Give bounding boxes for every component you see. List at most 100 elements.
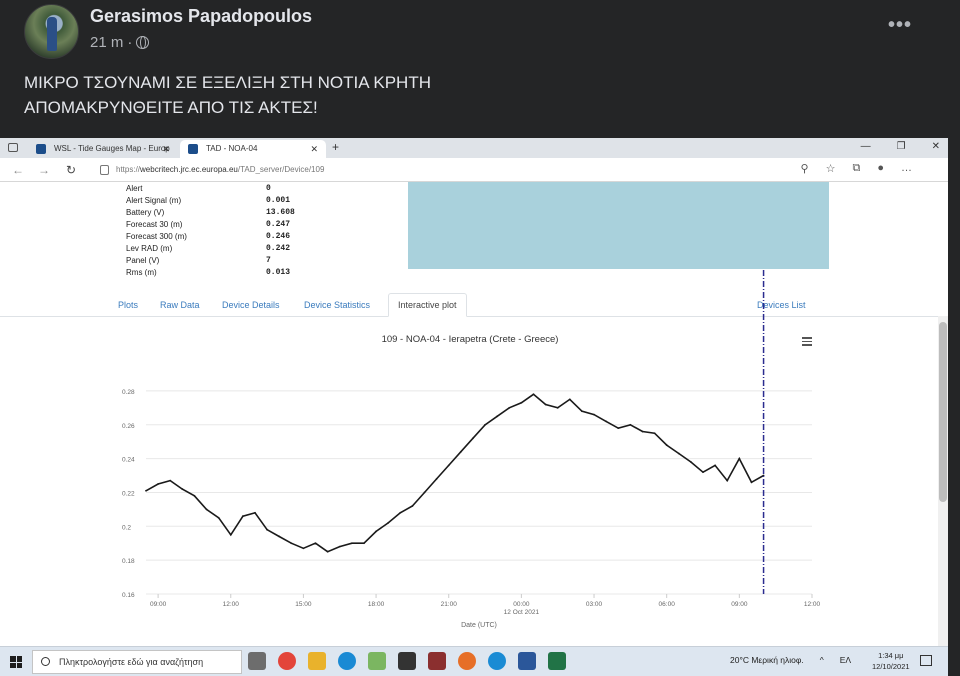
page-scrollbar[interactable] [938,316,948,646]
globe-icon [136,36,150,49]
data-point [229,533,232,536]
windows-taskbar: Πληκτρολογήστε εδώ για αναζήτηση 20°C Με… [0,646,948,676]
data-point [653,432,656,435]
data-point [714,464,717,467]
post-meta: 21 m · [90,34,150,51]
data-point [750,481,753,484]
data-point [193,494,196,497]
weather-widget[interactable]: 20°C Μερική ηλιοφ. [730,655,804,665]
data-point [677,452,680,455]
scrollbar-thumb[interactable] [939,322,947,502]
more-options-button[interactable]: ••• [888,14,912,37]
post-time[interactable]: 21 m [90,34,123,51]
series-line [145,393,764,553]
y-tick-label: 0.26 [122,423,135,430]
data-point [435,478,438,480]
data-point [266,528,268,531]
x-tick-label: 00:00 [513,601,530,608]
taskbar-apps [248,652,566,670]
system-tray: 20°C Μερική ηλιοφ. ^ ΕΛ [730,655,851,665]
screenshot-image[interactable]: WSL - Tide Gauges Map - Europ ✕ TAD - NO… [0,138,948,676]
data-point [605,420,608,423]
data-point [532,393,535,396]
x-axis-label: Date (UTC) [461,622,497,629]
firefox-icon[interactable] [458,652,476,670]
tide-gauge-chart[interactable]: 0.28 0.26 0.24 0.22 0.2 0.18 0.16 09:00 12:00 15:… [0,138,940,646]
x-tick-label: 12:00 [223,601,240,608]
data-point [338,545,341,548]
x-tick-label: 09:00 [731,601,748,608]
taskbar-search-input[interactable]: Πληκτρολογήστε εδώ για αναζήτηση [32,650,242,674]
clock-time: 1:34 μμ [878,651,904,660]
search-icon [41,657,50,666]
data-point [581,410,583,413]
data-point [484,423,486,426]
app-icon[interactable] [368,652,386,670]
data-point [593,413,595,416]
file-explorer-icon[interactable] [308,652,326,670]
clock-date: 12/10/2021 [872,662,910,671]
data-point [459,450,462,453]
data-point [350,542,353,545]
windows-start-icon[interactable] [10,656,22,668]
data-point [690,461,692,463]
data-point [278,535,281,538]
x-tick-label: 03:00 [586,601,603,608]
data-point [423,491,426,494]
x-date-label: 12 Oct 2021 [504,609,540,616]
data-point [375,530,377,533]
data-point [181,488,184,490]
author-avatar[interactable] [24,4,79,59]
data-point [314,542,317,545]
data-point [641,430,644,433]
data-point [145,489,147,492]
chrome-icon[interactable] [278,652,296,670]
notifications-icon[interactable] [920,655,932,666]
post-text-line-1: ΜΙΚΡΟ ΤΣΟΥΝΑΜΙ ΣΕ ΕΞΕΛΙΞΗ ΣΤΗ ΝΟΤΙΑ ΚΡΗΤ… [24,73,431,92]
facebook-post: Gerasimos Papadopoulos 21 m · ••• ΜΙΚΡΟ … [0,0,960,676]
y-tick-label: 0.24 [122,457,135,464]
y-tick-label: 0.18 [122,558,135,565]
data-point [508,406,511,409]
data-point [254,511,256,514]
data-point [447,464,450,467]
post-text-line-2: ΑΠΟΜΑΚΡΥΝΘΕΙΤΕ ΑΠΟ ΤΙΣ ΑΚΤΕΣ! [24,98,318,117]
y-tick-label: 0.28 [122,389,135,396]
data-point [290,542,293,545]
data-point [568,398,571,401]
tray-arrow-icon[interactable]: ^ [820,655,824,665]
data-point [387,522,390,524]
data-point [617,427,620,430]
data-point [738,457,741,460]
author-name[interactable]: Gerasimos Papadopoulos [90,6,312,27]
x-tick-label: 21:00 [441,601,458,608]
edge-icon[interactable] [488,652,506,670]
data-point [702,471,704,474]
app-icon[interactable] [428,652,446,670]
excel-icon[interactable] [548,652,566,670]
search-placeholder: Πληκτρολογήστε εδώ για αναζήτηση [59,657,204,667]
taskbar-clock[interactable]: 1:34 μμ 12/10/2021 [872,650,910,672]
meta-separator: · [127,34,133,51]
data-point [326,550,329,553]
task-view-icon[interactable] [248,652,266,670]
y-tick-label: 0.2 [122,524,131,531]
language-indicator[interactable]: ΕΛ [840,655,851,665]
x-tick-label: 09:00 [150,601,167,608]
data-point [399,511,402,514]
data-point [363,542,365,545]
x-tick-label: 06:00 [659,601,676,608]
data-point [157,483,160,485]
x-tick-label: 18:00 [368,601,385,608]
data-point [556,406,559,409]
skype-icon[interactable] [338,652,356,670]
store-icon[interactable] [398,652,416,670]
data-point [472,437,474,440]
x-tick-label: 12:00 [804,601,821,608]
data-point [520,401,523,404]
word-icon[interactable] [518,652,536,670]
data-point [205,508,208,511]
data-point [411,505,414,507]
data-point [726,479,729,482]
x-tick-label: 15:00 [295,601,312,608]
